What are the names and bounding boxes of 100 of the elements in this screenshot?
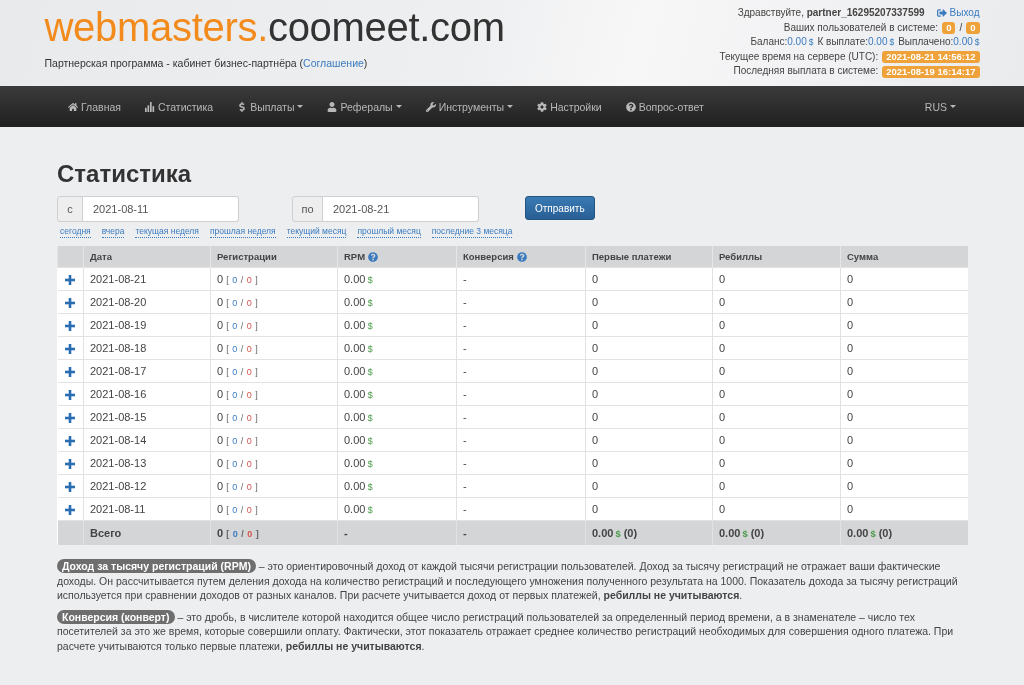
table-cell: 0 [840,451,968,474]
date-range-link[interactable]: прошлый месяц [357,226,421,238]
plus-icon[interactable] [65,458,76,469]
balance-item: Выплачено:0.00 $ [898,35,980,50]
table-cell: 0 [712,382,841,405]
submit-button[interactable]: Отправить [525,196,595,220]
nav-item[interactable]: Выплаты [226,86,315,127]
table-cell: 0 [585,359,713,382]
date-to-input[interactable]: 2021-08-21 [323,196,479,222]
logout-link[interactable]: Выход [936,6,980,21]
plus-icon[interactable] [65,504,76,515]
table-cell: - [456,336,586,359]
definition-paragraph: Доход за тысячу регистраций (RPM) – это ориентировочный доход от каждой тысячи регистрации пользователей. Доход за тысячу регистраций не отражает ваши фактические доходы. Он рассчитывается путем деления дохода на количество регистраций и последующего умножения полученного результата на 1000. Показатель дохода за тысячу регистраций используется при сравнении доходов от разных каналов. При расчете учитывается доход от первых платежей, ребиллы не учитываются. [57,559,959,603]
nav-item[interactable]: Вопрос-ответ [614,86,715,127]
table-cell: 0.00 $ (0) [585,520,713,545]
bar-chart-icon [144,101,155,112]
plus-icon[interactable] [65,343,76,354]
date-range-link[interactable]: текущая неделя [135,226,199,238]
table-cell: 0.00 $ [337,336,457,359]
table-cell: 0 [712,267,841,290]
table-cell: 0.00 $ [337,290,457,313]
date-range-link[interactable]: прошлая неделя [209,226,276,238]
column-header: Сумма [847,251,879,263]
table-cell: 0 [ 0 / 0 ] [210,405,338,428]
dollar-icon [237,101,248,112]
table-cell: - [456,451,586,474]
users-count-label: Ваших пользователей в системе: [783,20,939,35]
table-cell: 0 [585,428,713,451]
nav-item[interactable]: Рефералы [316,86,413,127]
column-header: Дата [90,251,112,263]
plus-icon[interactable] [65,320,76,331]
logout-icon [936,8,947,19]
table-cell: 0 [ 0 / 0 ] [210,313,338,336]
table-cell: 0 [712,313,841,336]
count-badge: 0 [966,21,980,34]
table-cell: - [456,267,586,290]
table-cell: 0.00 $ [337,382,457,405]
table-cell: 0 [840,267,968,290]
nav-item[interactable]: Настройки [526,86,613,127]
nav-item[interactable]: Статистика [133,86,225,127]
server-time-badge: 2021-08-21 14:56:12 [882,51,980,64]
table-cell: 2021-08-15 [83,405,211,428]
nav-item[interactable]: Инструменты [414,86,525,127]
gear-icon [537,101,548,112]
server-time-label: Текущее время на сервере (UTC): [719,49,879,64]
page-title: Статистика [57,160,192,188]
table-cell: 0.00 $ [337,451,457,474]
plus-icon[interactable] [65,435,76,446]
table-cell: - [456,428,586,451]
table-cell: 0 [585,290,713,313]
table-cell: 0 [585,405,713,428]
table-cell: - [456,520,586,545]
plus-icon[interactable] [65,389,76,400]
date-range-link[interactable]: последние 3 месяца [431,226,513,238]
table-cell: 0 [585,336,713,359]
table-cell: 0.00 $ (0) [840,520,968,545]
date-range-link[interactable]: сегодня [60,226,91,238]
balance-item: К выплате:0.00 $ [817,35,895,50]
table-cell: 2021-08-20 [83,290,211,313]
table-cell: 0.00 $ [337,428,457,451]
definition-paragraph: Конверсия (конверт) – это дробь, в числителе которой находится общее число регистраций пользователей за определенный период времени, а в знаменателе – число тех посетителей за это же время, которые совершили оплату. Фактически, этот показатель отражает среднее количество регистраций необходимых для совершения одного платежа. При расчете учитываются только первые платежи, ребиллы не учитываются. [57,609,955,653]
table-cell: 2021-08-17 [83,359,211,382]
date-range-link[interactable]: вчера [101,226,125,238]
table-cell: 0 [ 0 / 0 ] [210,474,338,497]
user-icon [327,101,338,112]
table-cell: Всего [83,520,211,545]
table-cell: 0 [ 0 / 0 ] [210,520,338,545]
table-cell: 0 [585,451,713,474]
table-cell: 0 [840,359,968,382]
table-cell: 0 [712,474,841,497]
table-cell: 0 [585,313,713,336]
table-cell: - [456,382,586,405]
table-cell: 2021-08-19 [83,313,211,336]
table-cell: 0 [840,382,968,405]
agreement-link[interactable]: Соглашение [303,57,364,69]
date-from-input[interactable]: 2021-08-11 [83,196,239,222]
table-cell: 2021-08-21 [83,267,211,290]
table-cell: 0 [712,336,841,359]
date-to-label: по [292,196,323,222]
column-header: Конверсия [463,251,514,263]
help-icon[interactable] [516,251,527,262]
table-cell: 0.00 $ [337,267,457,290]
table-cell: - [456,313,586,336]
language-menu[interactable]: RUS [913,86,967,127]
plus-icon[interactable] [65,481,76,492]
plus-icon[interactable] [65,366,76,377]
nav-item[interactable]: Главная [57,86,132,127]
help-icon[interactable] [368,251,379,262]
table-cell: 0 [840,405,968,428]
table-cell: 0 [712,428,841,451]
table-cell: - [456,290,586,313]
last-payout-badge: 2021-08-19 16:14:17 [882,65,980,78]
table-cell: 0 [ 0 / 0 ] [210,382,338,405]
plus-icon[interactable] [65,412,76,423]
plus-icon[interactable] [65,274,76,285]
date-range-link[interactable]: текущий месяц [286,226,347,238]
plus-icon[interactable] [65,297,76,308]
table-cell: 0 [ 0 / 0 ] [210,336,338,359]
balance-item: Баланс:0.00 $ [750,35,814,50]
site-logo[interactable]: webmasters.coomeet.com [44,7,505,47]
